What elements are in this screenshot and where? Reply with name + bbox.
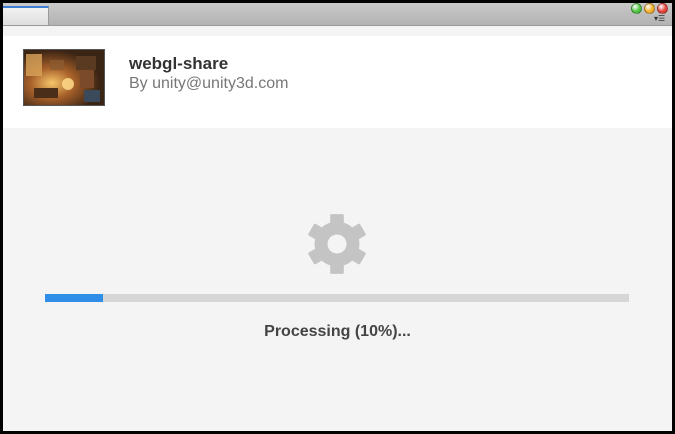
window-controls bbox=[631, 3, 668, 14]
browser-window: ▾☰ webgl-share By unity@unity3d.com Proc… bbox=[0, 0, 675, 434]
processing-panel: Processing (10%)... bbox=[3, 128, 672, 431]
app-author: By unity@unity3d.com bbox=[129, 75, 289, 92]
app-header: webgl-share By unity@unity3d.com bbox=[3, 36, 672, 128]
status-text: Processing (10%)... bbox=[264, 323, 411, 340]
title-bar: ▾☰ bbox=[3, 3, 672, 26]
app-title: webgl-share bbox=[129, 54, 229, 73]
browser-tab[interactable] bbox=[3, 6, 49, 25]
menu-dropdown-icon[interactable]: ▾☰ bbox=[654, 15, 666, 23]
game-scene-thumbnail-icon bbox=[24, 50, 104, 105]
gear-icon bbox=[308, 214, 366, 274]
game-thumbnail bbox=[23, 49, 105, 106]
minimize-button[interactable] bbox=[631, 3, 642, 14]
close-button[interactable] bbox=[657, 3, 668, 14]
progress-bar bbox=[45, 294, 629, 302]
progress-fill bbox=[45, 294, 104, 302]
maximize-button[interactable] bbox=[644, 3, 655, 14]
